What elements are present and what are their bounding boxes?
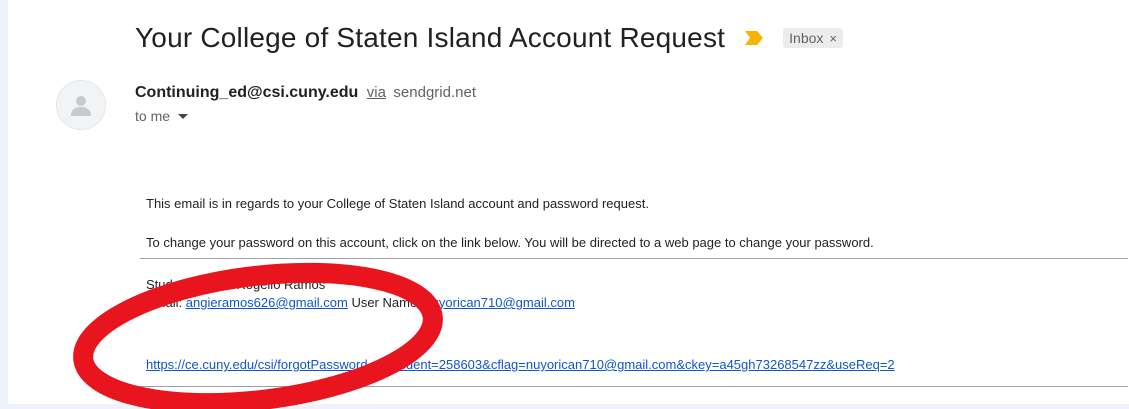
via-link[interactable]: via — [367, 84, 386, 101]
inbox-label-chip[interactable]: Inbox × — [783, 28, 843, 48]
remove-label-icon[interactable]: × — [829, 31, 837, 46]
email-subject: Your College of Staten Island Account Re… — [135, 22, 726, 53]
importance-marker-icon[interactable] — [745, 31, 764, 45]
student-name-value: Rogelio Ramos — [236, 277, 326, 292]
left-margin-strip — [0, 0, 8, 409]
user-name-link[interactable]: nuyorican710@gmail.com — [424, 295, 575, 310]
divider-top — [140, 258, 1128, 259]
password-reset-link[interactable]: https://ce.cuny.edu/csi/forgotPassword.c… — [146, 357, 895, 372]
recipient-row[interactable]: to me — [135, 108, 189, 124]
email-link[interactable]: angieramos626@gmail.com — [186, 295, 348, 310]
divider-bottom — [140, 386, 1128, 387]
recipient-text: to me — [135, 108, 171, 124]
message-line-1: This email is in regards to your College… — [146, 196, 649, 211]
student-name-row: Student Name: Rogelio Ramos — [146, 277, 325, 292]
email-label: Email: — [146, 295, 183, 310]
inbox-label-text: Inbox — [789, 30, 824, 46]
bottom-margin-strip — [0, 404, 1129, 409]
sender-email[interactable]: Continuing_ed@csi.cuny.edu — [135, 84, 358, 101]
sender-avatar[interactable] — [56, 80, 106, 130]
student-name-label: Student Name: — [146, 277, 233, 292]
account-row: Email: angieramos626@gmail.com User Name… — [146, 295, 575, 310]
subject-row: Your College of Staten Island Account Re… — [135, 22, 843, 54]
avatar-person-icon — [71, 96, 91, 116]
user-name-label: User Name: — [351, 295, 421, 310]
chevron-down-icon[interactable] — [178, 113, 189, 119]
message-line-2: To change your password on this account,… — [146, 235, 874, 250]
via-domain: sendgrid.net — [393, 84, 476, 101]
sender-row: Continuing_ed@csi.cuny.edu via sendgrid.… — [135, 84, 476, 102]
